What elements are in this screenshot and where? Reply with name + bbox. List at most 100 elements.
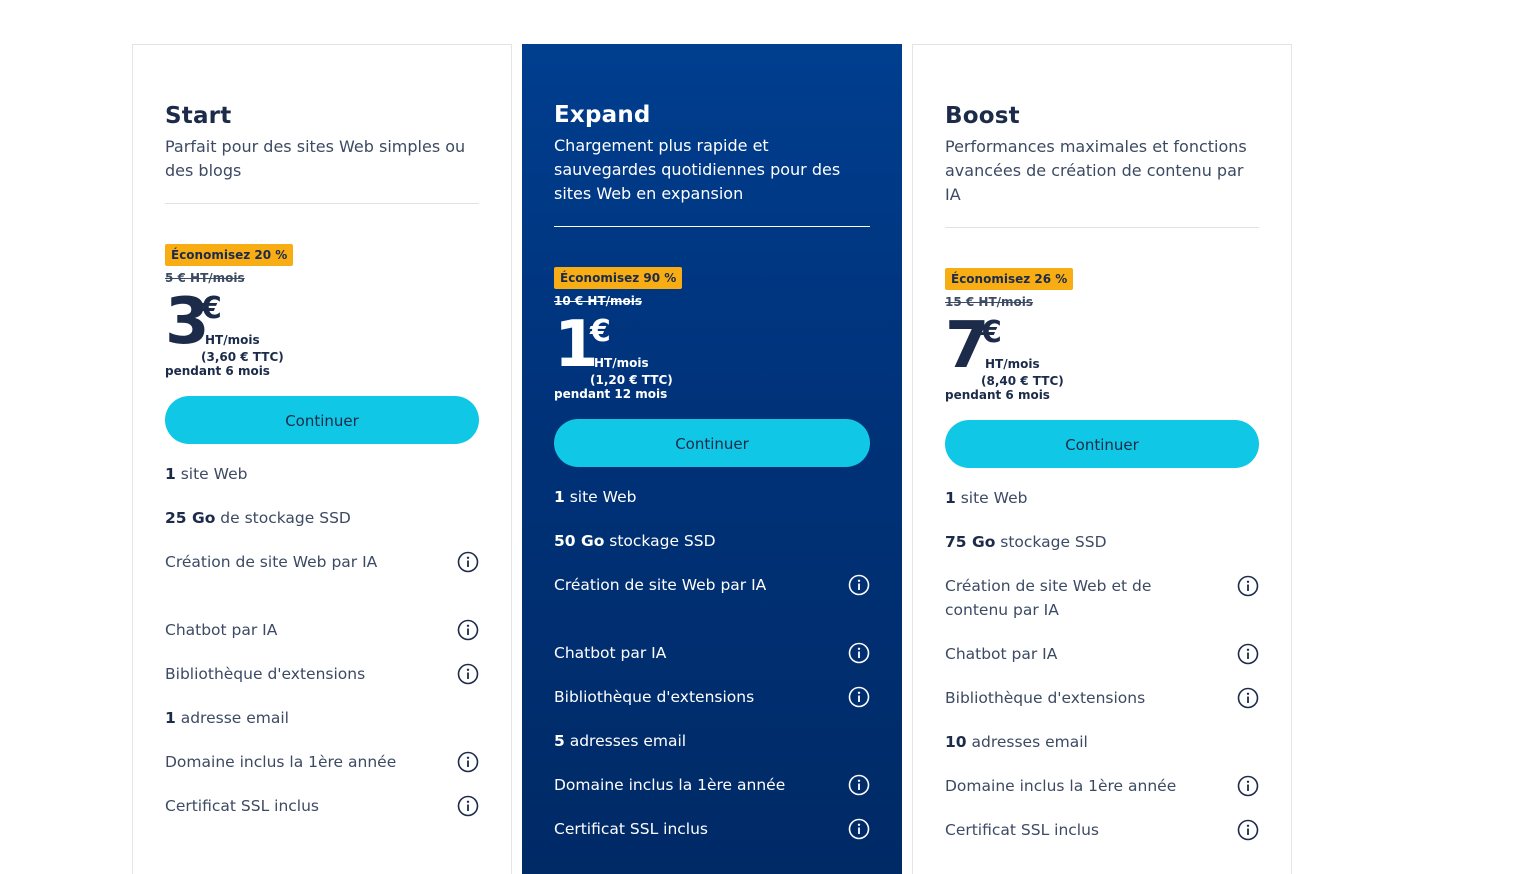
feature-value: 1 <box>945 489 956 507</box>
feature-label: Bibliothèque d'extensions <box>554 688 755 706</box>
feature-label: Chatbot par IA <box>165 621 278 639</box>
feature-label: Création de site Web par IA <box>554 576 767 594</box>
feature-label: stockage SSD <box>995 533 1107 551</box>
feature-extensions: Bibliothèque d'extensions <box>165 662 479 686</box>
feature-storage: 25 Go de stockage SSD <box>165 506 479 530</box>
feature-websites: 1 site Web <box>165 462 479 486</box>
feature-label: adresses email <box>564 732 687 750</box>
price: 1 € HT/mois (1,20 € TTC) <box>554 313 870 387</box>
feature-email: 10 adresses email <box>945 730 1259 754</box>
feature-ai-website-content: Création de site Web et de contenu par I… <box>945 574 1259 622</box>
feature-label: Création de site Web par IA <box>165 553 378 571</box>
feature-label: site Web <box>955 489 1028 507</box>
feature-label: Bibliothèque d'extensions <box>165 665 366 683</box>
info-circle-icon[interactable] <box>848 642 870 664</box>
info-circle-icon[interactable] <box>848 574 870 596</box>
info-circle-icon[interactable] <box>1237 575 1259 597</box>
feature-value: 1 <box>165 465 176 483</box>
price: 3 € HT/mois (3,60 € TTC) <box>165 290 479 364</box>
info-circle-icon[interactable] <box>457 619 479 641</box>
feature-email: 5 adresses email <box>554 729 870 753</box>
feature-domain: Domaine inclus la 1ère année <box>945 774 1259 798</box>
info-circle-icon[interactable] <box>457 663 479 685</box>
plan-name: Start <box>165 103 232 129</box>
price-ttc: (8,40 € TTC) <box>981 374 1064 388</box>
plan-description: Performances maximales et fonctions avan… <box>945 137 1247 204</box>
feature-label: Certificat SSL inclus <box>554 820 709 838</box>
plan-name: Expand <box>554 102 651 128</box>
price-unit: HT/mois <box>594 356 649 370</box>
info-circle-icon[interactable] <box>1237 775 1259 797</box>
feature-list: 1 site Web 50 Go stockage SSD Création d… <box>554 485 870 841</box>
feature-label: stockage SSD <box>604 532 716 550</box>
feature-label: Domaine inclus la 1ère année <box>554 776 786 794</box>
feature-value: 1 <box>554 488 565 506</box>
feature-value: 25 Go <box>165 509 216 527</box>
feature-label: Bibliothèque d'extensions <box>945 689 1146 707</box>
feature-label: adresses email <box>966 733 1088 751</box>
feature-list: 1 site Web 25 Go de stockage SSD Créatio… <box>165 462 479 818</box>
feature-label: Certificat SSL inclus <box>165 797 320 815</box>
feature-label: de stockage SSD <box>215 509 351 527</box>
feature-value: 50 Go <box>554 532 605 550</box>
info-circle-icon[interactable] <box>848 818 870 840</box>
divider <box>165 203 479 204</box>
discount-badge: Économisez 90 % <box>554 267 683 289</box>
feature-ai-website: Création de site Web par IA <box>554 573 870 621</box>
feature-label: Création de site Web et de contenu par I… <box>945 577 1152 619</box>
info-circle-icon[interactable] <box>848 686 870 708</box>
feature-value: 10 <box>945 733 967 751</box>
feature-value: 1 <box>165 709 176 727</box>
price-currency: € <box>590 314 611 349</box>
feature-value: 75 Go <box>945 533 996 551</box>
feature-domain: Domaine inclus la 1ère année <box>554 773 870 797</box>
plan-card-start: Start Parfait pour des sites Web simples… <box>132 44 512 874</box>
plan-card-boost: Boost Performances maximales et fonction… <box>912 44 1292 874</box>
feature-websites: 1 site Web <box>554 485 870 509</box>
price-ttc: (3,60 € TTC) <box>201 350 284 364</box>
old-price: 10 € HT/mois <box>554 294 643 308</box>
discount-badge: Économisez 20 % <box>165 244 294 266</box>
plan-name: Boost <box>945 103 1020 129</box>
feature-label: Chatbot par IA <box>554 644 667 662</box>
divider <box>554 226 870 227</box>
info-circle-icon[interactable] <box>457 795 479 817</box>
feature-label: site Web <box>175 465 248 483</box>
feature-extensions: Bibliothèque d'extensions <box>554 685 870 709</box>
price-ttc: (1,20 € TTC) <box>590 373 673 387</box>
divider <box>945 227 1259 228</box>
feature-extensions: Bibliothèque d'extensions <box>945 686 1259 710</box>
info-circle-icon[interactable] <box>1237 687 1259 709</box>
feature-label: Domaine inclus la 1ère année <box>945 777 1177 795</box>
feature-email: 1 adresse email <box>165 706 479 730</box>
old-price: 5 € HT/mois <box>165 271 245 285</box>
continue-button[interactable]: Continuer <box>945 420 1259 468</box>
feature-chatbot: Chatbot par IA <box>945 642 1259 666</box>
feature-label: Chatbot par IA <box>945 645 1058 663</box>
continue-button[interactable]: Continuer <box>554 419 870 467</box>
info-circle-icon[interactable] <box>457 551 479 573</box>
feature-ssl: Certificat SSL inclus <box>945 818 1259 842</box>
continue-button[interactable]: Continuer <box>165 396 479 444</box>
plan-card-expand: Expand Chargement plus rapide et sauvega… <box>522 44 902 874</box>
price-currency: € <box>981 315 1002 350</box>
price-currency: € <box>201 291 222 326</box>
feature-chatbot: Chatbot par IA <box>554 641 870 665</box>
feature-storage: 50 Go stockage SSD <box>554 529 870 553</box>
price: 7 € HT/mois (8,40 € TTC) <box>945 314 1259 388</box>
feature-ssl: Certificat SSL inclus <box>554 817 870 841</box>
feature-label: adresse email <box>175 709 289 727</box>
plan-description: Parfait pour des sites Web simples ou de… <box>165 137 466 180</box>
old-price: 15 € HT/mois <box>945 295 1034 309</box>
feature-chatbot: Chatbot par IA <box>165 618 479 642</box>
info-circle-icon[interactable] <box>848 774 870 796</box>
feature-websites: 1 site Web <box>945 486 1259 510</box>
feature-ai-website: Création de site Web par IA <box>165 550 479 598</box>
feature-label: site Web <box>564 488 637 506</box>
feature-label: Domaine inclus la 1ère année <box>165 753 397 771</box>
info-circle-icon[interactable] <box>457 751 479 773</box>
price-unit: HT/mois <box>205 333 260 347</box>
feature-value: 5 <box>554 732 565 750</box>
info-circle-icon[interactable] <box>1237 819 1259 841</box>
info-circle-icon[interactable] <box>1237 643 1259 665</box>
